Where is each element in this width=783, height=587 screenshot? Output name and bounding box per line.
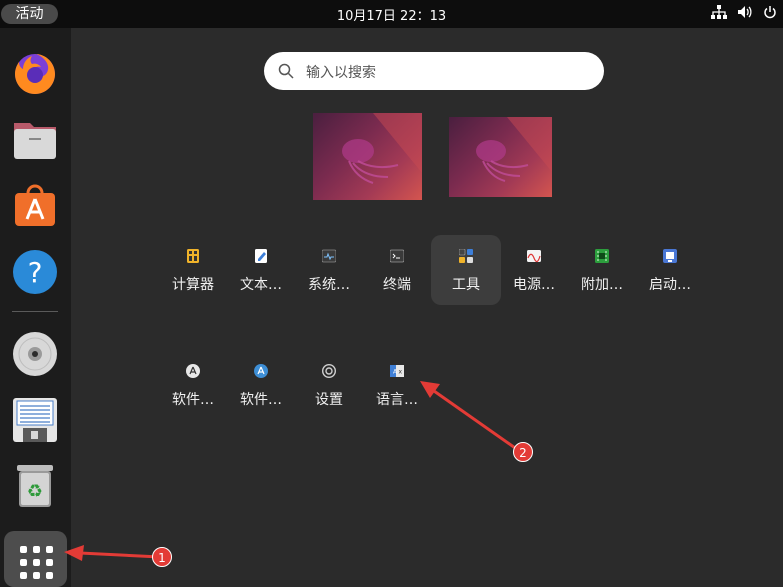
annotation-arrow-2 <box>420 381 519 452</box>
annotation-arrow-1 <box>64 545 161 561</box>
annotation-badge-2: 2 <box>513 442 533 462</box>
annotation-badge-1: 1 <box>152 547 172 567</box>
annotation-arrows <box>64 381 519 561</box>
